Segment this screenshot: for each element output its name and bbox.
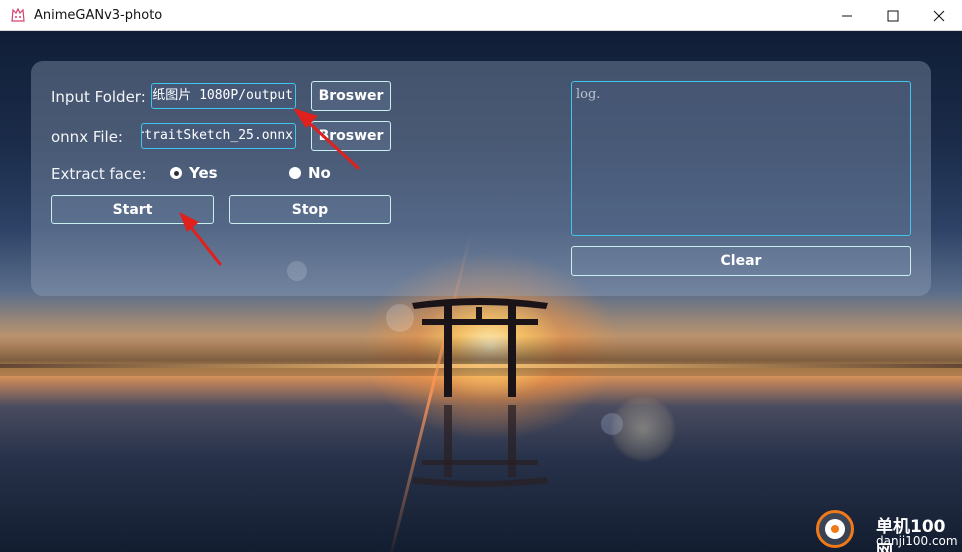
maximize-icon <box>887 10 899 21</box>
minimize-icon <box>842 15 852 16</box>
input-folder-value: 壁纸图片 1080P/output <box>151 88 293 103</box>
minimize-button[interactable] <box>824 0 870 31</box>
input-folder-browse-button[interactable]: Broswer <box>311 81 391 111</box>
radio-checked-icon <box>170 167 182 179</box>
extract-face-no-radio[interactable]: No <box>289 164 331 182</box>
extract-face-label: Extract face: <box>51 165 147 183</box>
close-icon <box>933 10 945 21</box>
site-watermark: 单机100网 danji100.com <box>812 508 962 552</box>
maximize-button[interactable] <box>870 0 916 31</box>
input-folder-label: Input Folder: <box>51 88 146 106</box>
app-logo-icon <box>10 7 26 23</box>
log-textarea[interactable] <box>571 81 911 236</box>
start-button[interactable]: Start <box>51 195 214 224</box>
radio-yes-label: Yes <box>189 164 218 182</box>
close-button[interactable] <box>916 0 962 31</box>
stop-button[interactable]: Stop <box>229 195 391 224</box>
watermark-logo-icon <box>816 510 854 548</box>
onnx-file-field[interactable]: PortraitSketch_25.onnx <box>141 123 296 149</box>
radio-unchecked-icon <box>289 167 301 179</box>
clear-log-button[interactable]: Clear <box>571 246 911 276</box>
torii-gate-silhouette <box>412 298 548 487</box>
watermark-url-text: danji100.com <box>876 534 958 548</box>
window-title: AnimeGANv3-photo <box>34 7 163 23</box>
onnx-file-browse-button[interactable]: Broswer <box>311 121 391 151</box>
extract-face-yes-radio[interactable]: Yes <box>170 164 218 182</box>
onnx-file-value: PortraitSketch_25.onnx <box>142 128 293 143</box>
input-folder-field[interactable]: 壁纸图片 1080P/output <box>151 83 296 109</box>
title-bar: AnimeGANv3-photo <box>0 0 962 31</box>
radio-no-label: No <box>308 164 331 182</box>
onnx-file-label: onnx File: <box>51 128 123 146</box>
lens-flare-orb <box>601 413 623 435</box>
